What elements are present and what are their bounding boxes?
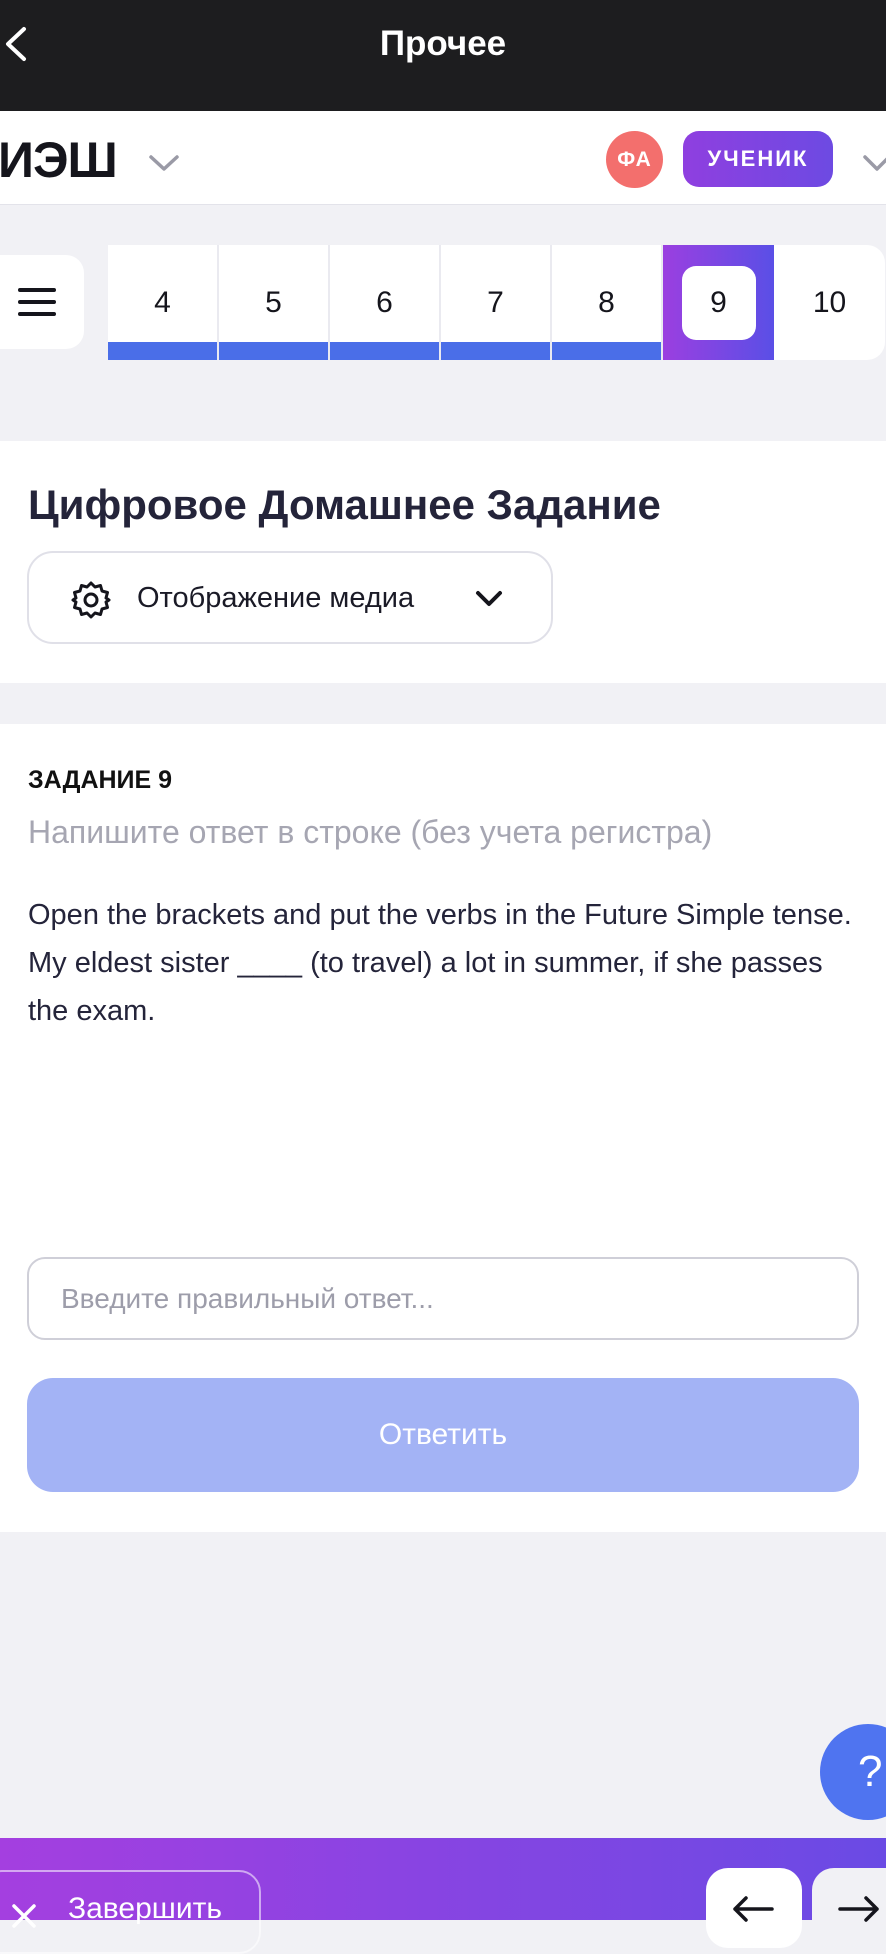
task-tab-label: 9	[681, 265, 756, 340]
homework-title: Цифровое Домашнее Задание	[28, 481, 661, 528]
task-tab-label: 4	[154, 285, 171, 319]
chevron-down-icon	[476, 591, 502, 606]
arrow-right-icon	[838, 1896, 879, 1922]
chevron-down-icon[interactable]	[148, 153, 180, 173]
task-number: ЗАДАНИЕ 9	[28, 766, 173, 794]
arrow-left-icon	[733, 1896, 774, 1922]
task-tab-7[interactable]: 7	[441, 245, 552, 360]
task-tab-4[interactable]: 4	[108, 245, 219, 360]
chevron-down-icon[interactable]	[862, 153, 886, 173]
app-header: ИЭШ ФА УЧЕНИК	[0, 111, 886, 205]
answer-input[interactable]	[27, 1257, 859, 1340]
homework-header-card: Цифровое Домашнее Задание Отображение ме…	[0, 441, 886, 683]
avatar[interactable]: ФА	[606, 131, 663, 188]
task-tabs: 4 5 6 7 8 9 10	[108, 245, 885, 360]
task-card: ЗАДАНИЕ 9 Напишите ответ в строке (без у…	[0, 724, 886, 1532]
menu-icon	[18, 288, 56, 316]
task-hint: Напишите ответ в строке (без учета регис…	[28, 814, 713, 850]
role-badge[interactable]: УЧЕНИК	[683, 131, 833, 187]
menu-button[interactable]	[0, 255, 84, 349]
task-instruction: Open the brackets and put the verbs in t…	[28, 899, 852, 931]
finish-button[interactable]: Завершить	[0, 1870, 261, 1954]
task-sentence: My eldest sister ____ (to travel) a lot …	[28, 947, 823, 1027]
task-tab-10[interactable]: 10	[774, 245, 885, 360]
task-tab-5[interactable]: 5	[219, 245, 330, 360]
help-button[interactable]: ?	[820, 1724, 886, 1820]
gear-icon	[71, 581, 111, 619]
task-tab-6[interactable]: 6	[330, 245, 441, 360]
submit-answer-button[interactable]: Ответить	[27, 1378, 859, 1492]
task-tab-9[interactable]: 9	[663, 245, 774, 360]
finish-label: Завершить	[68, 1892, 222, 1925]
task-tab-label: 8	[598, 285, 615, 319]
top-bar: Прочее	[0, 0, 886, 111]
media-display-dropdown[interactable]: Отображение медиа	[27, 551, 553, 644]
task-text: Open the brackets and put the verbs in t…	[28, 891, 868, 1035]
close-icon	[12, 1904, 36, 1928]
previous-task-button[interactable]	[706, 1868, 802, 1948]
task-tab-label: 7	[487, 285, 504, 319]
app-logo[interactable]: ИЭШ	[0, 131, 118, 189]
page-title: Прочее	[379, 24, 507, 63]
task-tab-label: 10	[812, 285, 847, 319]
bottom-bar: Завершить	[0, 1838, 886, 1954]
task-tab-label: 6	[376, 285, 393, 319]
media-display-label: Отображение медиа	[137, 582, 415, 614]
next-task-button[interactable]	[812, 1868, 886, 1948]
task-tab-8[interactable]: 8	[552, 245, 663, 360]
task-tab-label: 5	[265, 285, 282, 319]
